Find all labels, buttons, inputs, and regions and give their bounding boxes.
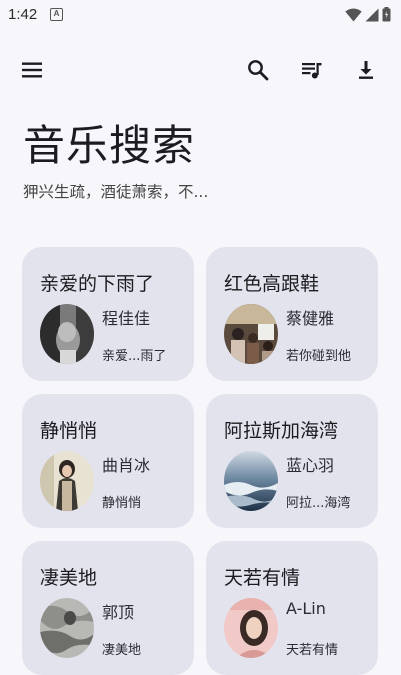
album-cover-image	[224, 304, 278, 364]
song-card[interactable]: 亲爱的下雨了 程佳佳 亲爱...雨了	[22, 247, 194, 381]
download-icon	[359, 61, 373, 79]
artist-name: 曲肖冰	[102, 456, 151, 475]
song-card[interactable]: 天若有情 A-Lin 天若有情	[206, 541, 378, 675]
menu-button[interactable]	[18, 56, 46, 84]
song-card[interactable]: 阿拉斯加海湾 蓝心羽 阿拉...海湾	[206, 394, 378, 528]
album-cover-image	[40, 451, 94, 511]
card-title: 亲爱的下雨了	[40, 273, 155, 295]
artist-name: 郭顶	[102, 603, 135, 622]
song-name: 静悄悄	[102, 496, 142, 511]
menu-icon	[22, 62, 42, 78]
status-indicators	[345, 7, 391, 22]
card-title: 静悄悄	[40, 420, 98, 442]
search-icon	[248, 60, 269, 81]
artist-name: 蔡健雅	[286, 309, 335, 328]
artist-name: 蓝心羽	[286, 456, 335, 475]
queue-music-icon	[302, 63, 322, 79]
card-title: 阿拉斯加海湾	[224, 420, 339, 442]
status-bar: 1:42 A	[0, 0, 401, 32]
album-cover-image	[224, 451, 278, 511]
card-title: 凄美地	[40, 567, 98, 589]
battery-icon	[382, 7, 391, 22]
top-toolbar	[0, 50, 401, 90]
album-cover-image	[40, 598, 94, 658]
artist-name: 程佳佳	[102, 309, 151, 328]
album-cover-image	[40, 304, 94, 364]
download-button[interactable]	[352, 56, 380, 84]
page-subtitle: 狎兴生疏，酒徒萧索，不...	[23, 183, 209, 201]
song-name: 阿拉...海湾	[286, 496, 351, 511]
song-name: 若你碰到他	[286, 349, 352, 364]
song-card[interactable]: 静悄悄 曲肖冰 静悄悄	[22, 394, 194, 528]
wifi-icon	[345, 8, 362, 21]
card-title: 红色高跟鞋	[224, 273, 320, 295]
song-card[interactable]: 凄美地 郭顶 凄美地	[22, 541, 194, 675]
card-title: 天若有情	[224, 567, 301, 589]
song-name: 亲爱...雨了	[102, 349, 167, 364]
search-button[interactable]	[244, 56, 272, 84]
notification-icon: A	[50, 8, 63, 21]
song-card[interactable]: 红色高跟鞋 蔡健雅 若你碰到他	[206, 247, 378, 381]
album-cover-image	[224, 598, 278, 658]
status-time: 1:42	[8, 6, 38, 23]
page-title: 音乐搜索	[23, 121, 196, 170]
cell-signal-icon	[365, 8, 379, 21]
artist-name: A-Lin	[286, 599, 326, 618]
playlist-button[interactable]	[298, 56, 326, 84]
